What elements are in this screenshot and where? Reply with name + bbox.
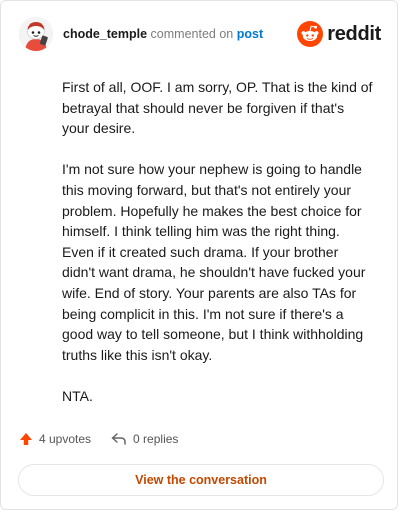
username-link[interactable]: chode_temple <box>63 27 147 41</box>
comment-body: First of all, OOF. I am sorry, OP. That … <box>62 77 374 427</box>
comment-paragraph: I'm not sure how your nephew is going to… <box>62 161 366 363</box>
reply-arrow-icon <box>111 433 126 445</box>
snoo-avatar-icon <box>19 17 53 51</box>
post-link[interactable]: post <box>237 27 263 41</box>
comment-actions: 4 upvotes 0 replies <box>19 429 178 449</box>
reply-count: 0 replies <box>133 432 179 446</box>
reply-button[interactable]: 0 replies <box>111 432 178 446</box>
comment-paragraph: NTA. <box>62 387 93 404</box>
comment-paragraph: First of all, OOF. I am sorry, OP. That … <box>62 79 373 137</box>
comment-meta: chode_temple commented on post <box>63 27 263 41</box>
brand-wordmark: reddit <box>327 22 381 45</box>
comment-card: chode_temple commented on post reddit Fi… <box>0 0 398 510</box>
reddit-logo-icon <box>297 21 324 47</box>
comment-header: chode_temple commented on post reddit <box>19 17 381 53</box>
view-conversation-button[interactable]: View the conversation <box>18 464 384 496</box>
reddit-brand[interactable]: reddit <box>297 20 381 48</box>
avatar[interactable] <box>19 17 53 51</box>
upvote-button[interactable]: 4 upvotes <box>19 432 91 446</box>
action-text: commented on <box>150 27 234 41</box>
upvote-count: 4 upvotes <box>39 432 92 446</box>
upvote-arrow-icon <box>20 433 32 445</box>
